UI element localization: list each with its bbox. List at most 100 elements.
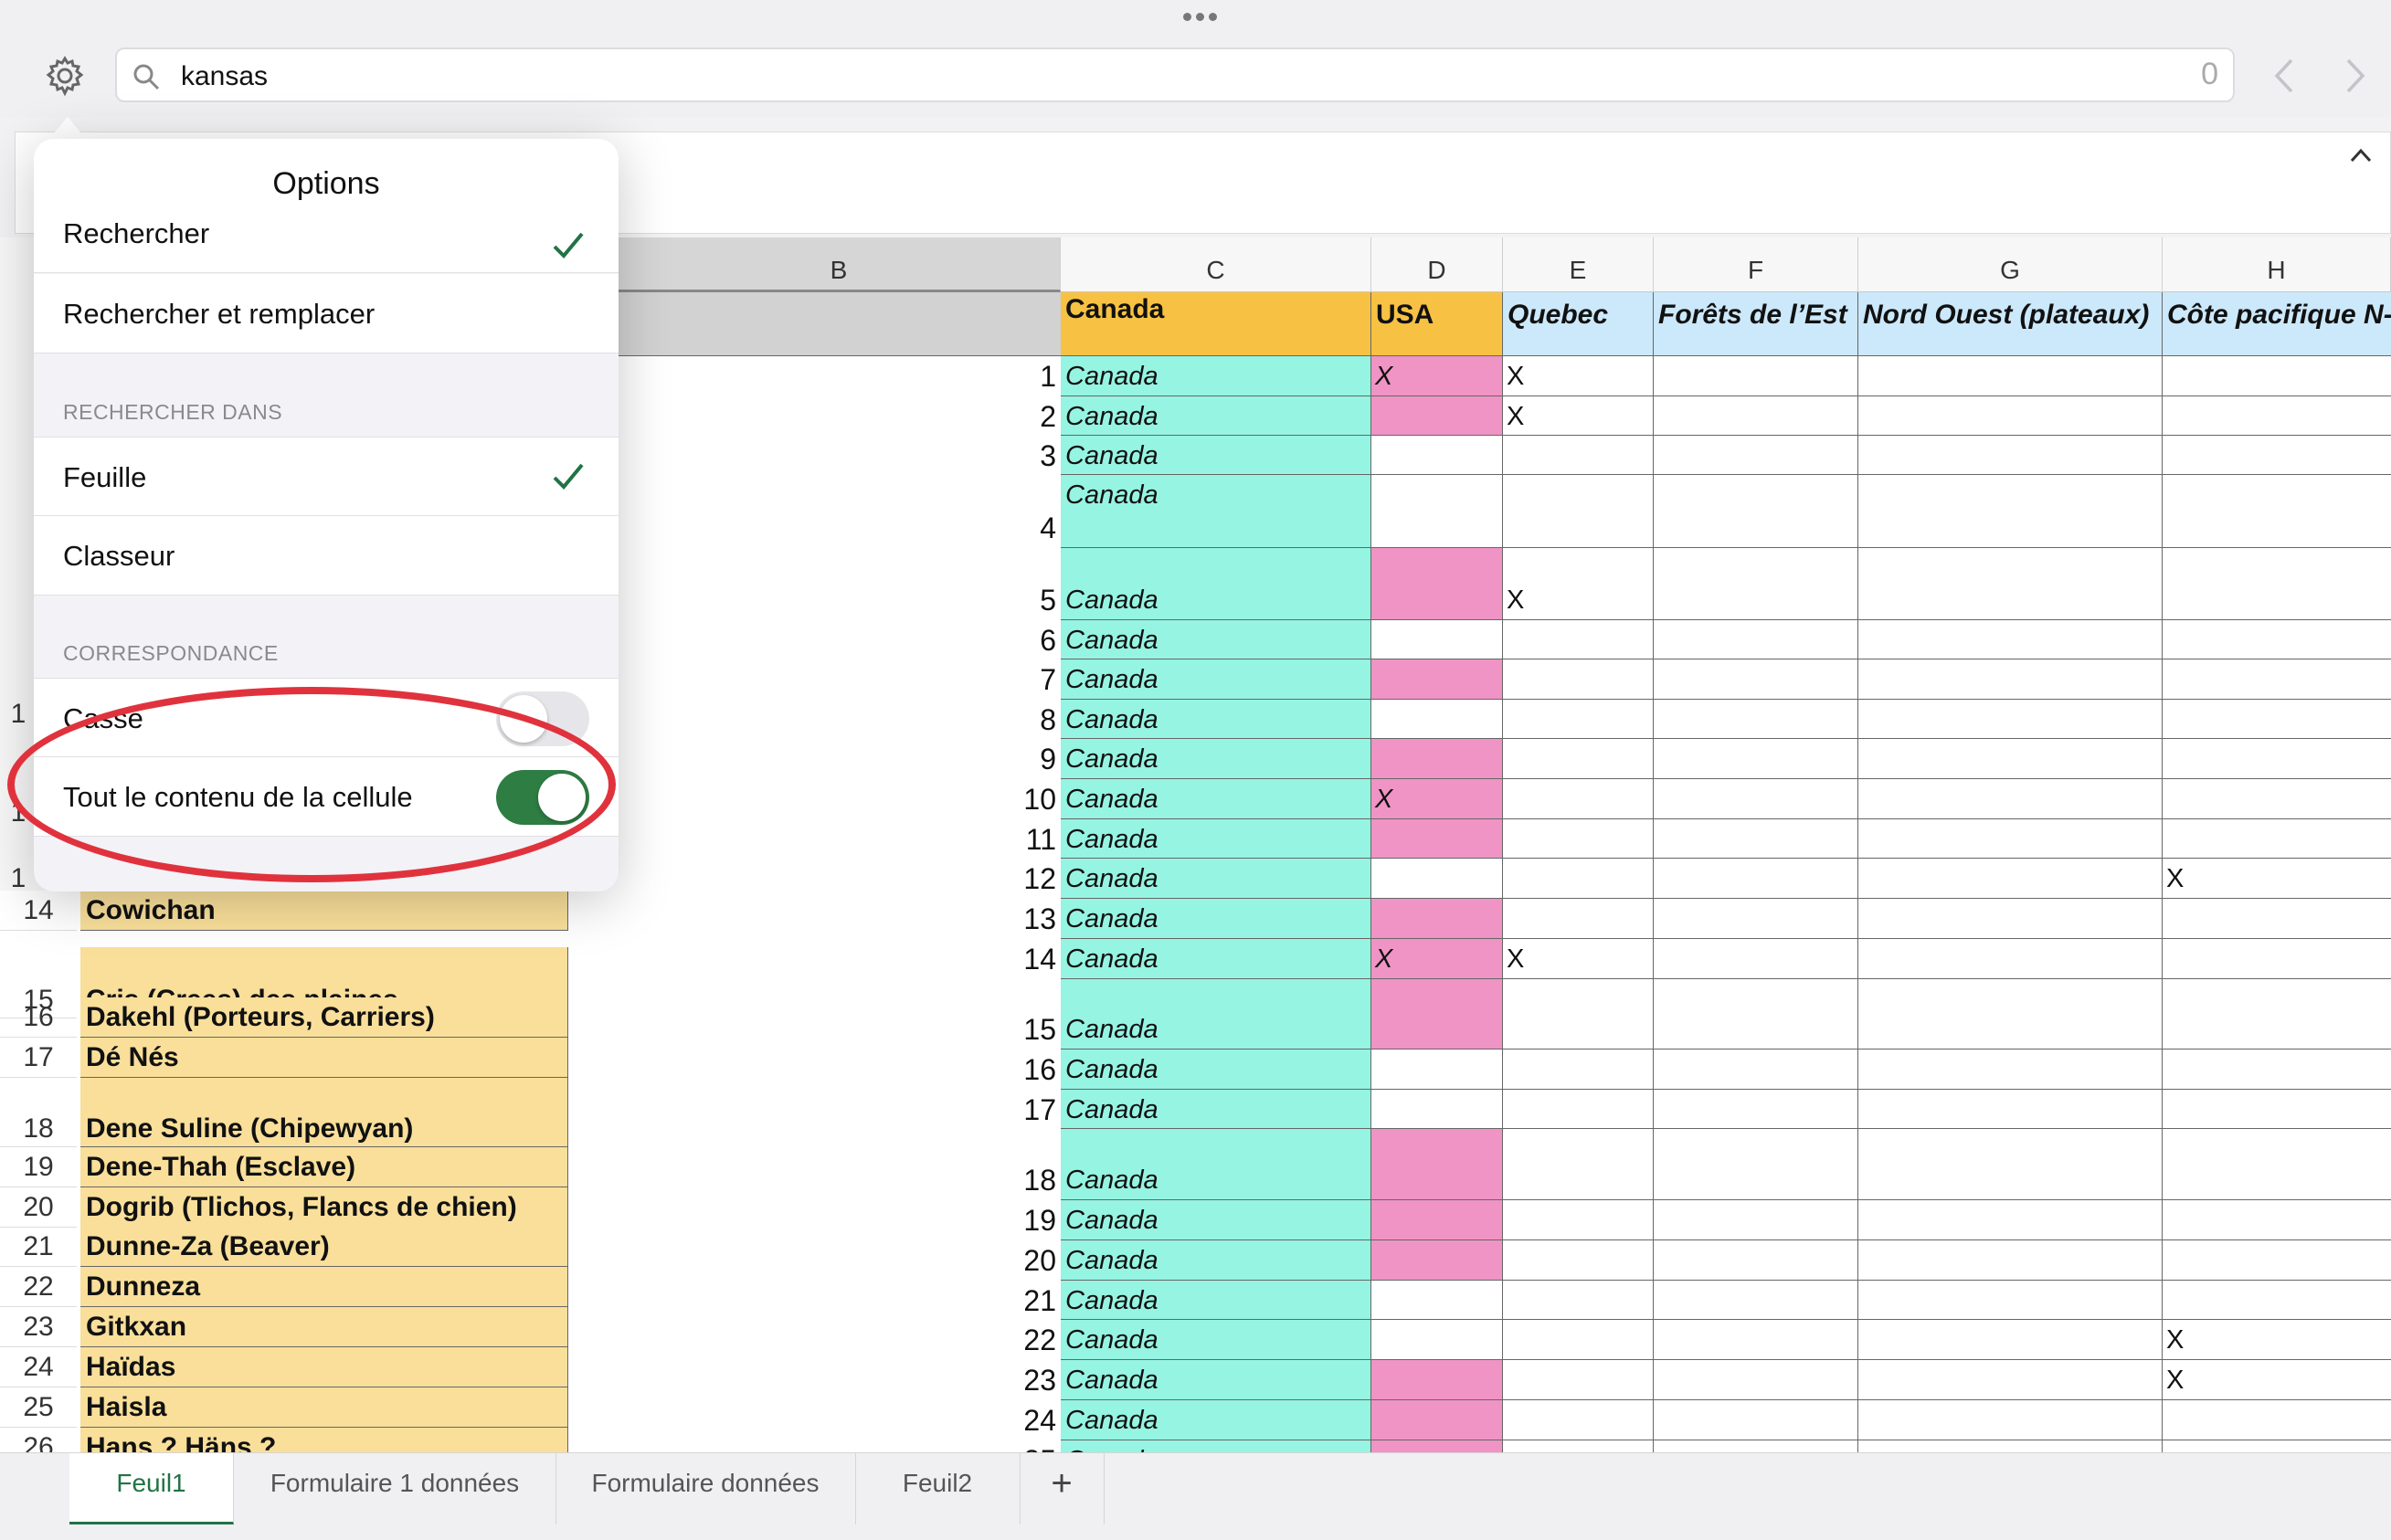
cell-b-number[interactable]: 3 xyxy=(618,436,1061,475)
cell-h[interactable] xyxy=(2163,548,2391,620)
cell-h[interactable] xyxy=(2163,899,2391,939)
cell-g[interactable] xyxy=(1858,739,2163,779)
cell-f[interactable] xyxy=(1654,1129,1858,1200)
cell-b-number[interactable]: 7 xyxy=(618,659,1061,700)
cell-b-number[interactable]: 20 xyxy=(618,1240,1061,1281)
cell-e-quebec[interactable] xyxy=(1503,620,1654,659)
cell-d-usa[interactable] xyxy=(1371,700,1503,739)
cell-h-header[interactable]: Côte pacifique N- xyxy=(2163,292,2391,356)
cell-d-usa[interactable] xyxy=(1371,1360,1503,1400)
next-result-icon[interactable] xyxy=(2337,53,2374,99)
cell-f[interactable] xyxy=(1654,979,1858,1050)
cell-b-number[interactable]: 17 xyxy=(618,1090,1061,1129)
cell-f[interactable] xyxy=(1654,819,1858,859)
cell-e-quebec[interactable] xyxy=(1503,1129,1654,1200)
cell-a-nation[interactable]: Gitkxan xyxy=(80,1307,568,1347)
cell-b-number[interactable]: 13 xyxy=(618,899,1061,939)
cell-c-header[interactable]: Canada xyxy=(1061,292,1371,356)
cell-d-usa[interactable] xyxy=(1371,1320,1503,1360)
cell-b-number[interactable]: 22 xyxy=(618,1320,1061,1360)
column-header-d[interactable]: D xyxy=(1371,237,1503,292)
column-header-b[interactable]: B xyxy=(618,237,1061,292)
cell-c-country[interactable]: Canada xyxy=(1061,356,1371,396)
cell-g[interactable] xyxy=(1858,356,2163,396)
cell-f[interactable] xyxy=(1654,1281,1858,1320)
cell-e-quebec[interactable] xyxy=(1503,1200,1654,1240)
cell-h[interactable] xyxy=(2163,1090,2391,1129)
cell-g[interactable] xyxy=(1858,659,2163,700)
cell-d-usa[interactable] xyxy=(1371,1400,1503,1440)
cell-f[interactable] xyxy=(1654,620,1858,659)
cell-h[interactable] xyxy=(2163,1240,2391,1281)
cell-f[interactable] xyxy=(1654,700,1858,739)
cell-c-country[interactable]: Canada xyxy=(1061,899,1371,939)
cell-a-nation[interactable]: Haisla xyxy=(80,1387,568,1428)
cell-g[interactable] xyxy=(1858,1400,2163,1440)
cell-g[interactable] xyxy=(1858,475,2163,548)
cell-c-country[interactable]: Canada xyxy=(1061,659,1371,700)
tab-feuil1[interactable]: Feuil1 xyxy=(69,1453,234,1524)
cell-c-country[interactable]: Canada xyxy=(1061,396,1371,436)
cell-e-quebec[interactable]: X xyxy=(1503,356,1654,396)
cell-g[interactable] xyxy=(1858,1240,2163,1281)
cell-d-usa[interactable] xyxy=(1371,979,1503,1050)
cell-e-quebec[interactable] xyxy=(1503,899,1654,939)
cell-h[interactable]: X xyxy=(2163,1320,2391,1360)
row-number[interactable]: 19 xyxy=(0,1147,77,1187)
cell-c-country[interactable]: Canada xyxy=(1061,1400,1371,1440)
cell-c-country[interactable]: Canada xyxy=(1061,700,1371,739)
cell-h[interactable]: X xyxy=(2163,859,2391,899)
cell-c-country[interactable]: Canada xyxy=(1061,979,1371,1050)
cell-b-number[interactable]: 11 xyxy=(618,819,1061,859)
cell-f[interactable] xyxy=(1654,1400,1858,1440)
cell-d-usa[interactable] xyxy=(1371,739,1503,779)
cell-c-country[interactable]: Canada xyxy=(1061,1050,1371,1090)
cell-c-country[interactable]: Canada xyxy=(1061,739,1371,779)
cell-d-usa[interactable] xyxy=(1371,819,1503,859)
cell-c-country[interactable]: Canada xyxy=(1061,819,1371,859)
cell-b-number[interactable]: 1 xyxy=(618,356,1061,396)
cell-g[interactable] xyxy=(1858,700,2163,739)
cell-e-quebec[interactable]: X xyxy=(1503,939,1654,979)
cell-b-number[interactable]: 18 xyxy=(618,1129,1061,1200)
row-number[interactable]: 25 xyxy=(0,1387,77,1428)
column-header-c[interactable]: C xyxy=(1061,237,1371,292)
cell-g[interactable] xyxy=(1858,396,2163,436)
cell-e-quebec[interactable]: X xyxy=(1503,396,1654,436)
cell-b-header[interactable] xyxy=(618,292,1061,356)
cell-f[interactable] xyxy=(1654,548,1858,620)
cell-b-number[interactable]: 16 xyxy=(618,1050,1061,1090)
cell-b-number[interactable]: 24 xyxy=(618,1400,1061,1440)
cell-b-number[interactable]: 21 xyxy=(618,1281,1061,1320)
cell-d-usa[interactable] xyxy=(1371,548,1503,620)
cell-c-country[interactable]: Canada xyxy=(1061,1281,1371,1320)
cell-f[interactable] xyxy=(1654,1050,1858,1090)
cell-e-quebec[interactable] xyxy=(1503,1240,1654,1281)
cell-g[interactable] xyxy=(1858,1200,2163,1240)
cell-f-header[interactable]: Forêts de l’Est xyxy=(1654,292,1858,356)
column-header-g[interactable]: G xyxy=(1858,237,2163,292)
cell-h[interactable] xyxy=(2163,819,2391,859)
cell-c-country[interactable]: Canada xyxy=(1061,1200,1371,1240)
cell-a-nation[interactable]: Dakehl (Porteurs, Carriers) xyxy=(80,997,568,1038)
cell-h[interactable] xyxy=(2163,356,2391,396)
cell-c-country[interactable]: Canada xyxy=(1061,1240,1371,1281)
cell-e-quebec[interactable]: X xyxy=(1503,548,1654,620)
cell-h[interactable] xyxy=(2163,1129,2391,1200)
cell-h[interactable] xyxy=(2163,779,2391,819)
cell-f[interactable] xyxy=(1654,739,1858,779)
window-more-icon[interactable] xyxy=(1183,9,1223,21)
cell-a-nation[interactable]: Dogrib (Tlichos, Flancs de chien) xyxy=(80,1187,568,1228)
row-number[interactable]: 17 xyxy=(0,1038,77,1078)
row-number[interactable]: 20 xyxy=(0,1187,77,1228)
cell-f[interactable] xyxy=(1654,356,1858,396)
search-input[interactable] xyxy=(179,57,2101,97)
option-sheet[interactable]: Feuille xyxy=(34,437,619,516)
cell-g[interactable] xyxy=(1858,979,2163,1050)
row-number[interactable]: 22 xyxy=(0,1267,77,1307)
cell-b-number[interactable]: 15 xyxy=(618,979,1061,1050)
cell-b-number[interactable]: 10 xyxy=(618,779,1061,819)
cell-c-country[interactable]: Canada xyxy=(1061,620,1371,659)
cell-d-usa[interactable] xyxy=(1371,620,1503,659)
row-number[interactable]: 18 xyxy=(0,1078,77,1147)
